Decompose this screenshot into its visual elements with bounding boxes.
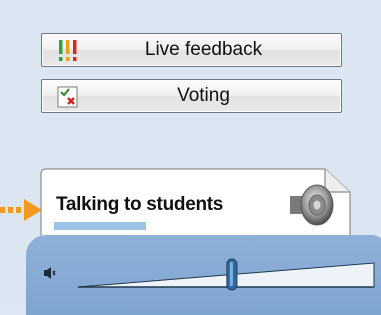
volume-track — [77, 262, 375, 288]
mute-speaker-icon[interactable] — [43, 265, 59, 281]
arrow-icon — [0, 199, 42, 221]
card-title: Talking to students — [56, 194, 224, 215]
live-feedback-button[interactable]: Live feedback — [41, 33, 342, 67]
volume-slider[interactable] — [76, 249, 376, 299]
live-feedback-label: Live feedback — [144, 39, 263, 60]
voting-label: Voting — [177, 85, 230, 106]
speaker-icon — [290, 184, 334, 226]
voting-button[interactable]: Voting — [41, 79, 342, 113]
side-panel: Live feedback Voting Talking to students — [0, 0, 381, 315]
volume-thumb — [226, 258, 238, 291]
volume-panel — [26, 235, 381, 315]
talk-progress-bar — [54, 222, 146, 230]
